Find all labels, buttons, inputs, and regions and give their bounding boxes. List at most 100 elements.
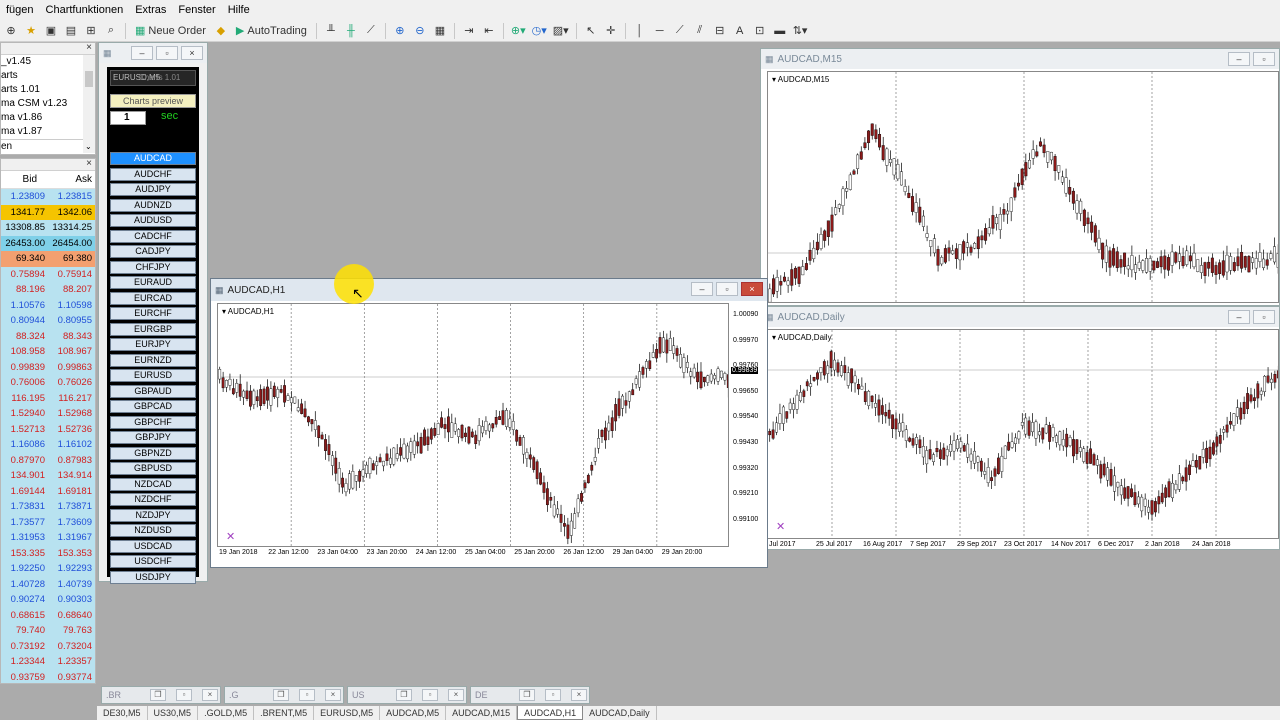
minimized-window[interactable]: US ❐ ▫ × [347,686,467,704]
chart-tab[interactable]: EURUSD,M5 [314,706,381,720]
chart-titlebar[interactable]: ▦ AUDCAD,M15 – ▫ [761,49,1279,69]
pair-button-usdcad[interactable]: USDCAD [110,539,196,553]
market-watch-row[interactable]: 1341.77 1342.06 [1,204,95,220]
new-order-button[interactable]: ▦ Neue Order [131,22,210,40]
chart-tab[interactable]: AUDCAD,M5 [380,706,447,720]
market-watch-row[interactable]: 0.93759 0.93774 [1,669,95,683]
close-button[interactable]: × [181,46,203,60]
pair-button-eurnzd[interactable]: EURNZD [110,353,196,367]
chart-area[interactable]: ▾ AUDCAD,Daily ✕ [767,329,1279,539]
pair-button-usdchf[interactable]: USDCHF [110,555,196,568]
close-button[interactable]: × [571,689,587,701]
chart-area[interactable]: ▾ AUDCAD,M15 [767,71,1279,303]
market-watch-row[interactable]: 0.90274 0.90303 [1,592,95,608]
fibonacci-icon[interactable]: ⊟ [711,22,729,40]
market-watch-row[interactable]: 69.340 69.380 [1,251,95,267]
crosshair-icon[interactable]: ✛ [602,22,620,40]
market-watch-row[interactable]: 1.16086 1.16102 [1,437,95,453]
market-watch-row[interactable]: 0.99839 0.99863 [1,359,95,375]
navigator-icon[interactable]: ▣ [42,22,60,40]
market-watch-row[interactable]: 0.76006 0.76026 [1,375,95,391]
restore-button[interactable]: ❐ [519,689,535,701]
chart-tab[interactable]: AUDCAD,H1 [517,706,584,720]
label-icon[interactable]: ⊡ [751,22,769,40]
minimize-button[interactable]: – [1228,52,1250,66]
market-watch-row[interactable]: 1.10576 1.10598 [1,297,95,313]
scrollbar-thumb[interactable] [85,71,93,87]
market-watch-row[interactable]: 0.75894 0.75914 [1,266,95,282]
minimized-window[interactable]: .G ❐ ▫ × [224,686,344,704]
navigator-item[interactable]: _v1.45 [1,55,95,69]
restore-button[interactable]: ❐ [150,689,166,701]
restore-button[interactable]: ❐ [396,689,412,701]
market-watch-row[interactable]: 1.92250 1.92293 [1,561,95,577]
pair-button-gbpchf[interactable]: GBPCHF [110,415,196,429]
market-watch-row[interactable]: 108.958 108.967 [1,344,95,360]
chart-tab[interactable]: DE30,M5 [97,706,148,720]
chart-titlebar[interactable]: ▦ AUDCAD,H1 – ▫ × [211,279,767,301]
autotrading-button[interactable]: ▶ AutoTrading [232,22,311,40]
new-chart-icon[interactable]: ⊕ [2,22,20,40]
market-watch-row[interactable]: 0.68615 0.68640 [1,607,95,623]
navigator-item[interactable]: arts [1,69,95,83]
pair-button-gbpcad[interactable]: GBPCAD [110,400,196,413]
market-watch-row[interactable]: 1.23344 1.23357 [1,654,95,670]
pair-button-nzdjpy[interactable]: NZDJPY [110,508,196,522]
pair-button-gbpjpy[interactable]: GBPJPY [110,431,196,444]
chart-tab[interactable]: US30,M5 [148,706,199,720]
navigator-scrollbar[interactable]: ⌄ [83,55,95,153]
charts-preview-button[interactable]: Charts preview [110,94,196,108]
pair-button-audnzd[interactable]: AUDNZD [110,198,196,212]
chart-shift-icon[interactable]: ⇤ [480,22,498,40]
market-watch-row[interactable]: 0.80944 0.80955 [1,313,95,329]
maximize-button[interactable]: ▫ [716,282,738,296]
market-watch-row[interactable]: 13308.85 13314.25 [1,220,95,236]
column-ask[interactable]: Ask [37,174,92,185]
trendline-icon[interactable]: ⟋ [671,22,689,40]
line-chart-icon[interactable]: ⟋ [362,22,380,40]
close-icon[interactable]: × [86,42,92,53]
minimize-button[interactable]: – [691,282,713,296]
pair-button-nzdcad[interactable]: NZDCAD [110,477,196,491]
market-watch-row[interactable]: 1.23809 1.23815 [1,189,95,205]
market-watch-row[interactable]: 79.740 79.763 [1,623,95,639]
templates-icon[interactable]: ▨▾ [551,22,571,40]
cursor-icon[interactable]: ↖ [582,22,600,40]
tester-icon[interactable]: ⊞ [82,22,100,40]
zoom-icon[interactable]: ⌕ [102,22,120,40]
pair-button-cadjpy[interactable]: CADJPY [110,245,196,258]
market-watch-row[interactable]: 1.31953 1.31967 [1,530,95,546]
zoom-out-icon[interactable]: ⊖ [411,22,429,40]
market-watch-row[interactable]: 0.87970 0.87983 [1,452,95,468]
pair-button-audcad[interactable]: AUDCAD [110,152,196,165]
vertical-line-icon[interactable]: │ [631,22,649,40]
market-watch-row[interactable]: 116.195 116.217 [1,390,95,406]
indicators-icon[interactable]: ⊕▾ [509,22,528,40]
tile-windows-icon[interactable]: ▦ [431,22,449,40]
menu-item[interactable]: fügen [0,4,40,16]
navigator-tab[interactable]: en [1,139,95,153]
pair-button-cadchf[interactable]: CADCHF [110,229,196,243]
market-watch-row[interactable]: 1.40728 1.40739 [1,576,95,592]
navigator-item[interactable]: ma v1.86 [1,111,95,125]
charts-preview-titlebar[interactable]: ▦ – ▫ × [99,43,207,63]
interval-input[interactable]: 1 [110,111,146,125]
pair-button-gbpusd[interactable]: GBPUSD [110,462,196,475]
autoscroll-icon[interactable]: ⇥ [460,22,478,40]
maximize-button[interactable]: ▫ [422,689,438,701]
maximize-button[interactable]: ▫ [156,46,178,60]
close-button[interactable]: × [741,282,763,296]
market-watch-row[interactable]: 1.73831 1.73871 [1,499,95,515]
close-button[interactable]: × [448,689,464,701]
pair-button-nzdchf[interactable]: NZDCHF [110,493,196,506]
text-icon[interactable]: A [731,22,749,40]
close-button[interactable]: × [325,689,341,701]
pair-button-eurusd[interactable]: EURUSD [110,369,196,382]
market-watch-row[interactable]: 1.69144 1.69181 [1,483,95,499]
market-watch-row[interactable]: 26453.00 26454.00 [1,235,95,251]
market-watch-row[interactable]: 1.52713 1.52736 [1,421,95,437]
market-watch-row[interactable]: 1.73577 1.73609 [1,514,95,530]
channel-icon[interactable]: ⫽ [691,22,709,40]
maximize-button[interactable]: ▫ [176,689,192,701]
pair-button-eurgbp[interactable]: EURGBP [110,322,196,336]
